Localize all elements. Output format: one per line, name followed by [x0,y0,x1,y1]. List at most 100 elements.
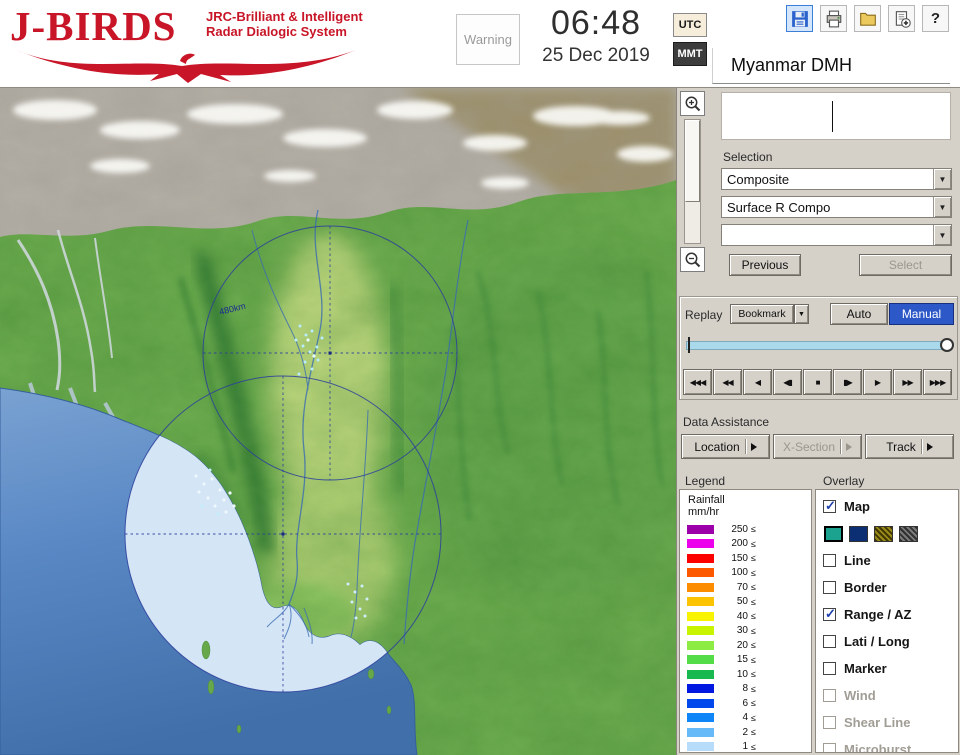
radar-map-canvas: 480km [0,88,710,755]
overlay-item-shear-line[interactable]: Shear Line [823,709,958,736]
legend-row: 2 ≤ [680,725,811,740]
button-divider [840,439,842,454]
legend-le-sign: ≤ [751,640,756,651]
legend-color-swatch [687,669,714,679]
overlay-checkbox[interactable] [823,554,836,567]
zoom-out-button[interactable] [680,247,705,272]
legend-le-sign: ≤ [751,727,756,738]
overlay-checkbox[interactable] [823,498,836,514]
legend-le-sign: ≤ [751,683,756,694]
folder-icon [859,12,876,26]
play-reverse-button[interactable]: ◀ [743,369,772,395]
chevron-down-icon[interactable]: ▼ [933,197,951,217]
map-style-swatch-2[interactable] [849,525,868,542]
overlay-item-border[interactable]: Border [823,574,958,601]
legend-color-swatch [687,626,714,636]
overlay-checkbox[interactable] [823,716,836,729]
overlay-checkbox[interactable] [823,689,836,702]
legend-value: 70 [736,581,748,593]
play-button[interactable]: ▶ [863,369,892,395]
overlay-checkbox[interactable] [823,581,836,594]
legend-value: 10 [736,668,748,680]
logo-subtitle: JRC-Brilliant & Intelligent Radar Dialog… [206,9,363,39]
overlay-item-marker[interactable]: Marker [823,655,958,682]
overlay-item-label: Border [844,580,887,595]
subproduct-dropdown[interactable]: Surface R Compo ▼ [721,196,952,218]
legend-le-sign: ≤ [751,538,756,549]
legend-value: 150 [731,552,748,564]
overlay-item-map[interactable]: Map [823,493,958,520]
extra-dropdown[interactable]: ▼ [721,224,952,246]
product-dropdown[interactable]: Composite ▼ [721,168,952,190]
legend-row: 40 ≤ [680,609,811,624]
xsection-button[interactable]: X-Section [773,434,862,459]
map-style-swatch-1[interactable] [824,525,843,542]
zoom-scrollbar-thumb[interactable] [685,120,700,202]
select-button[interactable]: Select [859,254,952,276]
overlay-checkbox[interactable] [823,635,836,648]
auto-button[interactable]: Auto [830,303,888,325]
zoom-scrollbar[interactable] [684,119,701,244]
zoom-in-button[interactable] [680,91,705,116]
track-button[interactable]: Track [865,434,954,459]
jump-start-button[interactable]: ◀◀◀ [683,369,712,395]
mmt-button[interactable]: MMT [673,42,707,66]
fast-forward-button[interactable]: ▶▶ [893,369,922,395]
bookmark-dropdown-arrow[interactable]: ▼ [794,304,809,324]
overlay-item-line[interactable]: Line [823,547,958,574]
text-entry-field[interactable] [721,92,951,140]
legend-value: 4 [742,712,748,724]
legend-row: 10 ≤ [680,667,811,682]
legend-color-swatch [687,524,714,534]
overlay-checkbox[interactable] [823,662,836,675]
legend-le-sign: ≤ [751,625,756,636]
jump-end-button[interactable]: ▶▶▶ [923,369,952,395]
overlay-item-label: Marker [844,661,887,676]
legend-color-swatch [687,597,714,607]
legend-value: 200 [731,538,748,550]
print-button[interactable] [820,5,847,32]
manual-button[interactable]: Manual [889,303,954,325]
fast-rewind-button[interactable]: ◀◀ [713,369,742,395]
overlay-item-microburst[interactable]: Microburst [823,736,958,753]
overlay-checkbox[interactable] [823,743,836,752]
chevron-down-icon[interactable]: ▼ [933,169,951,189]
overlay-item-range-az[interactable]: Range / AZ [823,601,958,628]
overlay-item-label: Range / AZ [844,607,912,622]
time-slider-track[interactable] [686,341,952,350]
map-style-swatch-4[interactable] [899,525,918,542]
warning-button[interactable]: Warning [456,14,520,65]
overlay-checkbox[interactable] [823,606,836,622]
extra-dropdown-value [722,225,933,245]
location-button[interactable]: Location [681,434,770,459]
chevron-down-icon[interactable]: ▼ [933,225,951,245]
data-assistance-button-label: X-Section [782,439,836,454]
bookmark-button[interactable]: Bookmark [730,304,794,324]
step-forward-button[interactable]: ▮▶ [833,369,862,395]
logo-title: J-BIRDS [10,3,177,49]
map-style-swatch-3[interactable] [874,525,893,542]
overlay-item-wind[interactable]: Wind [823,682,958,709]
radar-map[interactable]: 480km [0,88,710,755]
utc-button[interactable]: UTC [673,13,707,37]
legend-row: 30 ≤ [680,624,811,639]
legend-row: 250 ≤ [680,522,811,537]
help-button[interactable]: ? [922,5,949,32]
stop-button[interactable]: ■ [803,369,832,395]
time-slider-thumb[interactable] [940,338,954,352]
overlay-item-label: Map [844,499,870,514]
save-button[interactable] [786,5,813,32]
overlay-item-label: Microburst [844,742,912,753]
legend-unit: mm/hr [688,506,720,518]
open-folder-button[interactable] [854,5,881,32]
overlay-item-lati-long[interactable]: Lati / Long [823,628,958,655]
main: 480km Selection Composite ▼ Surface R Co… [0,88,960,755]
previous-button[interactable]: Previous [729,254,801,276]
legend-le-sign: ≤ [751,698,756,709]
time-slider[interactable] [686,337,954,353]
export-button[interactable] [888,5,915,32]
legend-row: 20 ≤ [680,638,811,653]
overlay-label: Overlay [823,474,865,488]
playback-controls: ◀◀◀ ◀◀ ◀ ◀▮ ■ ▮▶ ▶ ▶▶ ▶▶▶ [683,369,952,395]
step-back-button[interactable]: ◀▮ [773,369,802,395]
